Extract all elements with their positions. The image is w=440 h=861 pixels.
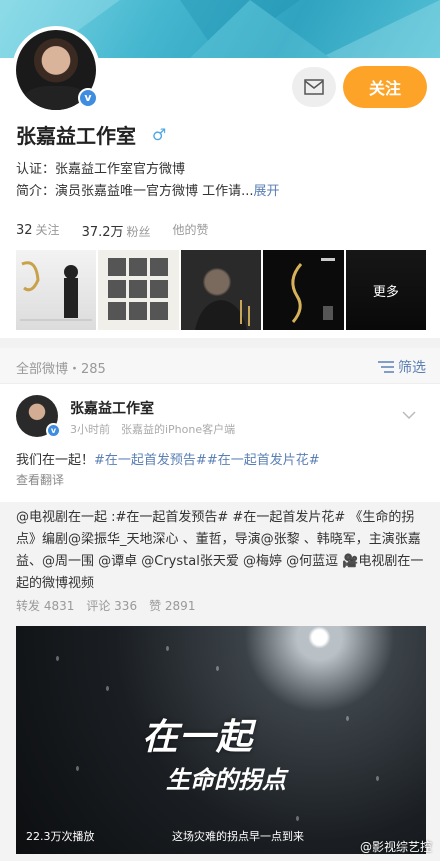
likes-link[interactable]: 他的赞 bbox=[173, 221, 209, 240]
video-subtitle: 生命的拐点 bbox=[166, 766, 286, 794]
repost-stats: 转发 4831 评论 336 赞 2891 bbox=[16, 597, 195, 614]
watermark: @影视综艺控 bbox=[359, 840, 432, 854]
photo-thumbnail-more[interactable]: 更多 bbox=[345, 250, 427, 330]
repost-text: @电视剧在一起 :#在一起首发预告# #在一起首发片花# 《生命的拐点》编剧@梁… bbox=[16, 510, 424, 591]
photo-thumbnail[interactable] bbox=[263, 250, 344, 330]
video-player[interactable]: 在一起 生命的拐点 22.3万次播放 这场灾难的拐点早一点到来 bbox=[16, 626, 426, 854]
video-title: 在一起 bbox=[142, 717, 254, 758]
translate-link[interactable]: 查看翻译 bbox=[16, 471, 64, 488]
profile-counts: 32 关注 37.2万 粉丝 他的赞 bbox=[16, 221, 209, 240]
post-author-name[interactable]: 张嘉益工作室 bbox=[70, 398, 154, 418]
intro-text: 简介：演员张嘉益唯一官方微博 工作请...展开 bbox=[16, 180, 280, 199]
video-play-count: 22.3万次播放 bbox=[26, 830, 95, 843]
feed-filter-bar: 全部微博・285 筛选 bbox=[0, 348, 440, 384]
follow-button[interactable]: 关注 bbox=[343, 66, 427, 108]
profile-name: 张嘉益工作室 bbox=[16, 124, 136, 148]
post-text-content: 我们在一起！ bbox=[16, 453, 95, 468]
post-meta: 3小时前 张嘉益的iPhone客户端 bbox=[70, 423, 236, 436]
section-divider bbox=[0, 338, 440, 348]
chevron-down-icon[interactable] bbox=[402, 407, 416, 423]
photos-more-label: 更多 bbox=[345, 250, 427, 330]
post-text: 我们在一起！#在一起首发预告##在一起首发片花# bbox=[16, 449, 320, 468]
photo-art bbox=[291, 258, 336, 323]
fans-number: 37.2万 bbox=[81, 225, 124, 240]
video-caption: 这场灾难的拐点早一点到来 bbox=[172, 830, 304, 843]
fans-count[interactable]: 37.2万 粉丝 bbox=[82, 221, 151, 240]
photo-art bbox=[20, 261, 92, 321]
profile-avatar[interactable]: v bbox=[12, 26, 100, 114]
filter-label: 筛选 bbox=[398, 360, 426, 376]
like-count[interactable]: 赞 2891 bbox=[149, 597, 195, 614]
verification-text: 认证：张嘉益工作室官方微博 bbox=[16, 162, 186, 177]
photo-art bbox=[108, 258, 169, 320]
envelope-icon bbox=[304, 79, 324, 95]
all-posts-label[interactable]: 全部微博・285 bbox=[16, 358, 106, 377]
male-gender-icon: ♂ bbox=[152, 125, 167, 144]
filter-button[interactable]: 筛选 bbox=[378, 357, 426, 377]
post-author-avatar[interactable]: v bbox=[16, 395, 61, 438]
photo-strip: 更多 bbox=[16, 250, 427, 330]
hashtag-link[interactable]: #在一起首发预告# bbox=[94, 453, 207, 468]
photo-thumbnail[interactable] bbox=[16, 250, 97, 330]
intro-expand-link[interactable]: 展开 bbox=[254, 184, 280, 199]
photo-art bbox=[194, 300, 250, 330]
hashtag-link[interactable]: #在一起首发片花# bbox=[207, 453, 320, 468]
verified-badge-icon: v bbox=[78, 88, 98, 108]
comment-count[interactable]: 评论 336 bbox=[86, 597, 137, 614]
fans-label: 粉丝 bbox=[126, 225, 151, 239]
following-label: 关注 bbox=[35, 223, 60, 237]
verified-badge-icon: v bbox=[46, 423, 61, 438]
filter-icon bbox=[378, 361, 394, 373]
intro-content: 简介：演员张嘉益唯一官方微博 工作请... bbox=[16, 184, 254, 199]
photo-thumbnail[interactable] bbox=[98, 250, 179, 330]
following-number: 32 bbox=[16, 223, 33, 238]
repost-count[interactable]: 转发 4831 bbox=[16, 597, 74, 614]
photo-thumbnail[interactable] bbox=[180, 250, 262, 330]
message-button[interactable] bbox=[292, 67, 336, 107]
following-count[interactable]: 32 关注 bbox=[16, 221, 60, 240]
